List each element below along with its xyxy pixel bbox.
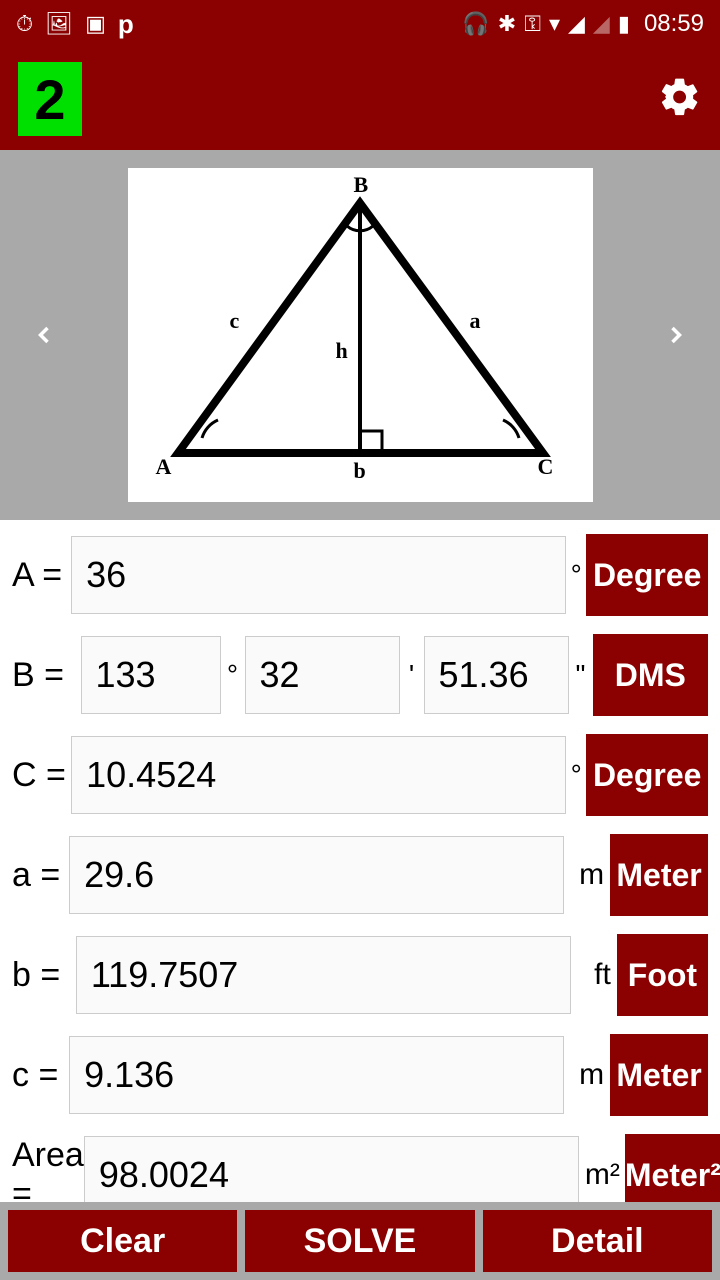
- unit-button-side-b[interactable]: Foot: [617, 934, 708, 1016]
- p-icon: p: [118, 9, 134, 40]
- dms-sec-symbol: ": [569, 659, 593, 691]
- unit-button-c[interactable]: Degree: [586, 734, 708, 816]
- unit-button-area[interactable]: Meter²: [625, 1134, 720, 1202]
- unit-symbol-c: m: [570, 1058, 604, 1092]
- unit-button-side-a[interactable]: Meter: [610, 834, 708, 916]
- degree-symbol-a: °: [566, 559, 586, 591]
- label-side-b: b =: [12, 956, 76, 995]
- degree-symbol-c: °: [566, 759, 586, 791]
- status-bar: ⏱ 🖼 ▣ p 🎧 ✱ ⚿ ▾ ◢ ◢ ▮ 08:59: [0, 0, 720, 48]
- input-area[interactable]: [84, 1136, 579, 1202]
- side-c-label: c: [230, 308, 240, 334]
- row-side-b: b = ft Foot: [12, 934, 708, 1016]
- unit-symbol-a: m: [570, 858, 604, 892]
- input-b-degrees[interactable]: [81, 636, 221, 714]
- vertex-a-label: A: [156, 454, 172, 480]
- app-badge: 2: [18, 62, 82, 136]
- input-side-c[interactable]: [69, 1036, 564, 1114]
- app-bar: 2: [0, 48, 720, 150]
- row-area: Area = m² Meter²: [12, 1134, 708, 1202]
- chevron-right-icon: [662, 321, 690, 349]
- status-left-icons: ⏱ 🖼 ▣ p: [16, 9, 134, 40]
- input-side-b[interactable]: [76, 936, 571, 1014]
- image-icon: 🖼: [45, 11, 73, 37]
- height-label: h: [336, 338, 348, 364]
- diagram-area: B A C c a b h: [0, 150, 720, 520]
- signal2-icon: ◢: [593, 11, 610, 37]
- row-angle-c: C = ° Degree: [12, 734, 708, 816]
- detail-button[interactable]: Detail: [483, 1210, 712, 1272]
- radio-icon: ▣: [85, 11, 106, 37]
- row-angle-a: A = ° Degree: [12, 534, 708, 616]
- dms-deg-symbol: °: [221, 659, 245, 691]
- unit-button-side-c[interactable]: Meter: [610, 1034, 708, 1116]
- input-side-a[interactable]: [69, 836, 564, 914]
- chevron-left-icon: [30, 321, 58, 349]
- label-area: Area =: [12, 1136, 84, 1202]
- row-side-a: a = m Meter: [12, 834, 708, 916]
- side-b-label: b: [354, 458, 366, 484]
- timer-icon: ⏱: [16, 11, 33, 37]
- dms-min-symbol: ': [400, 659, 424, 691]
- unit-button-a[interactable]: Degree: [586, 534, 708, 616]
- clock: 08:59: [644, 10, 704, 38]
- label-c: C =: [12, 756, 71, 795]
- label-side-c: c =: [12, 1056, 69, 1095]
- status-right-icons: 🎧 ✱ ⚿ ▾ ◢ ◢ ▮ 08:59: [462, 10, 704, 38]
- triangle-diagram: B A C c a b h: [128, 168, 593, 502]
- key-icon: ⚿: [524, 11, 541, 37]
- label-b: B =: [12, 656, 81, 695]
- clear-button[interactable]: Clear: [8, 1210, 237, 1272]
- bluetooth-icon: ✱: [498, 11, 516, 37]
- input-b-seconds[interactable]: [424, 636, 569, 714]
- label-side-a: a =: [12, 856, 69, 895]
- settings-button[interactable]: [658, 75, 702, 124]
- input-b-minutes[interactable]: [245, 636, 400, 714]
- unit-button-b[interactable]: DMS: [593, 634, 708, 716]
- vertex-b-label: B: [354, 172, 369, 198]
- bottom-bar: Clear SOLVE Detail: [0, 1202, 720, 1280]
- wifi-icon: ▾: [549, 11, 560, 37]
- gear-icon: [658, 75, 702, 119]
- headphones-icon: 🎧: [462, 11, 489, 37]
- unit-symbol-b: ft: [577, 958, 611, 992]
- prev-button[interactable]: [20, 311, 68, 359]
- signal-icon: ◢: [568, 11, 585, 37]
- next-button[interactable]: [652, 311, 700, 359]
- row-angle-b: B = ° ' " DMS: [12, 634, 708, 716]
- form: A = ° Degree B = ° ' " DMS C = ° Degree …: [0, 520, 720, 1202]
- input-angle-c[interactable]: [71, 736, 566, 814]
- solve-button[interactable]: SOLVE: [245, 1210, 474, 1272]
- unit-symbol-area: m²: [585, 1158, 619, 1192]
- battery-icon: ▮: [618, 11, 630, 37]
- row-side-c: c = m Meter: [12, 1034, 708, 1116]
- side-a-label: a: [470, 308, 481, 334]
- label-a: A =: [12, 556, 71, 595]
- input-angle-a[interactable]: [71, 536, 566, 614]
- vertex-c-label: C: [538, 454, 554, 480]
